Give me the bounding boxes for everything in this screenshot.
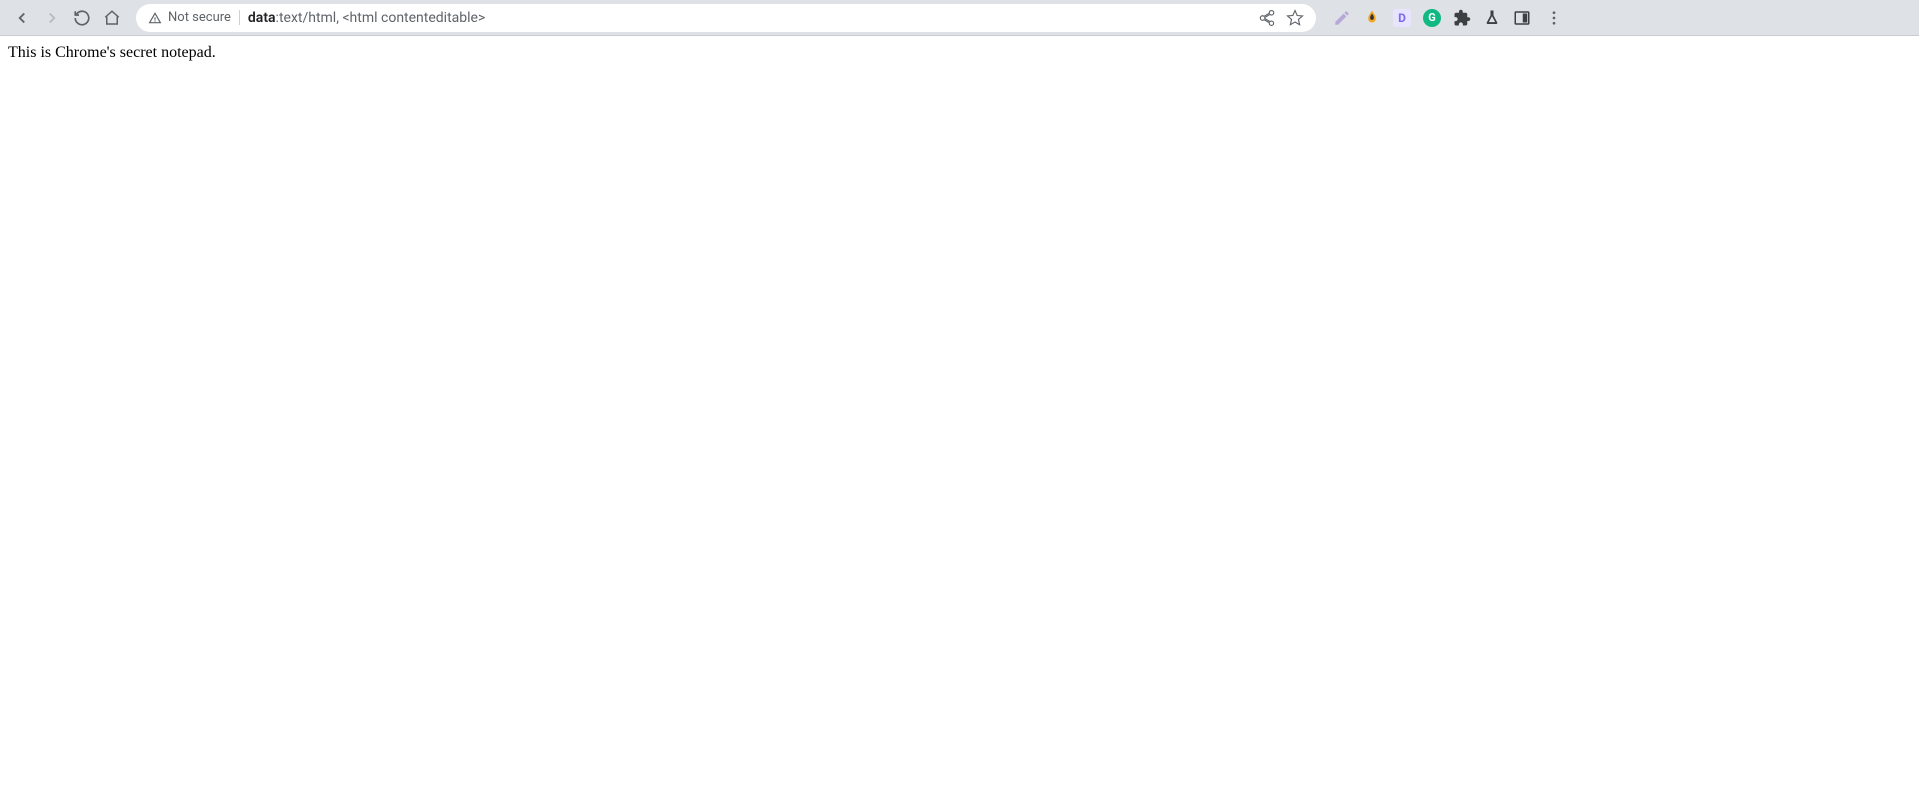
extensions-area: D G [1326, 4, 1572, 32]
reload-button[interactable] [68, 4, 96, 32]
home-button[interactable] [98, 4, 126, 32]
security-label: Not secure [168, 10, 231, 25]
home-icon [103, 9, 121, 27]
extensions-puzzle-icon[interactable] [1450, 6, 1474, 30]
url-text: data:text/html, <html contenteditable> [248, 10, 485, 26]
extension-d-icon[interactable]: D [1390, 6, 1414, 30]
url-scheme: data [248, 10, 276, 26]
security-indicator[interactable]: Not secure [148, 10, 240, 25]
extension-g-icon[interactable]: G [1420, 6, 1444, 30]
nav-buttons [8, 4, 126, 32]
share-icon[interactable] [1258, 9, 1276, 27]
back-button[interactable] [8, 4, 36, 32]
url-rest: :text/html, <html contenteditable> [276, 10, 486, 26]
address-bar-actions [1258, 9, 1304, 27]
browser-toolbar: Not secure data:text/html, <html content… [0, 0, 1919, 36]
content-area[interactable]: This is Chrome's secret notepad. [0, 36, 1919, 797]
side-panel-icon[interactable] [1510, 6, 1534, 30]
forward-button[interactable] [38, 4, 66, 32]
extension-pen-icon[interactable] [1330, 6, 1354, 30]
warning-icon [148, 11, 162, 25]
arrow-right-icon [43, 9, 61, 27]
reload-icon [73, 9, 91, 27]
address-bar[interactable]: Not secure data:text/html, <html content… [136, 4, 1316, 32]
dots-vertical-icon [1545, 9, 1563, 27]
bookmark-star-icon[interactable] [1286, 9, 1304, 27]
extension-flame-icon[interactable] [1360, 6, 1384, 30]
editable-content[interactable]: This is Chrome's secret notepad. [8, 44, 1911, 62]
extension-flask-icon[interactable] [1480, 6, 1504, 30]
chrome-menu-button[interactable] [1540, 4, 1568, 32]
arrow-left-icon [13, 9, 31, 27]
